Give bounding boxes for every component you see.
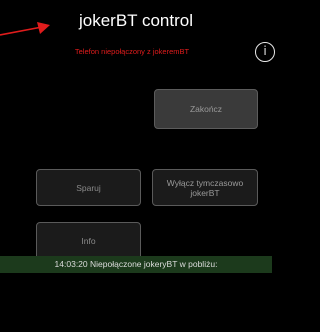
pair-button[interactable]: Sparuj	[36, 169, 141, 206]
info-button[interactable]: Info	[36, 222, 141, 260]
status-time: 14:03:20	[54, 259, 88, 269]
info-icon[interactable]: i	[255, 42, 275, 62]
status-bar: 14:03:20 Niepołączone jokeryBT w pobliżu…	[0, 256, 272, 273]
pair-button-label: Sparuj	[76, 182, 101, 193]
end-button-label: Zakończ	[189, 104, 223, 114]
connection-status-text: Telefon niepołączony z jokeremBT	[74, 47, 190, 56]
end-button[interactable]: Zakończ	[154, 89, 258, 129]
info-button-label: Info	[81, 236, 96, 246]
disable-temporarily-button[interactable]: Wyłącz tymczasowo jokerBT	[152, 169, 258, 206]
page-title: jokerBT control	[78, 11, 193, 30]
status-message: Niepołączone jokeryBT w pobliżu:	[90, 259, 218, 269]
disable-temporarily-button-label: Wyłącz tymczasowo jokerBT	[166, 177, 244, 198]
